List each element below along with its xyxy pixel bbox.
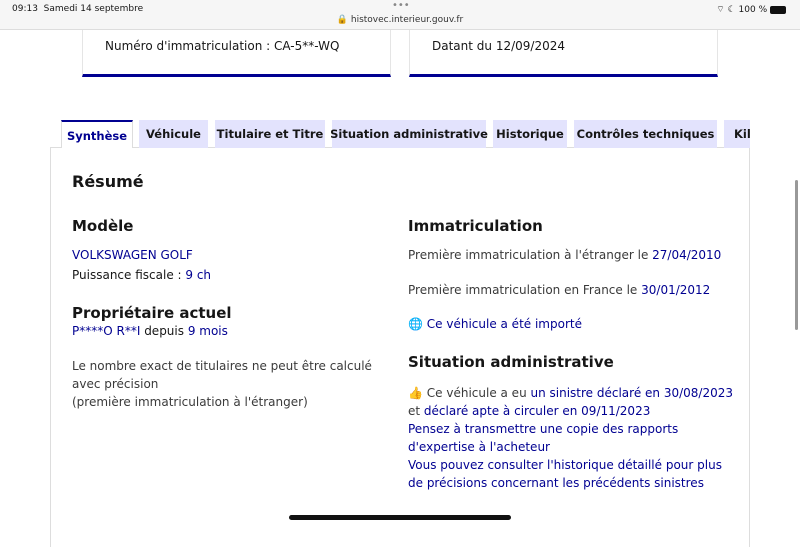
address-bar[interactable]: 🔒 histovec.interieur.gouv.fr (0, 15, 800, 25)
owner-heading: Propriétaire actuel (72, 304, 232, 322)
tab-synthese[interactable]: Synthèse (61, 120, 133, 148)
tab-controles[interactable]: Contrôles techniques (574, 120, 717, 148)
owner-note: Le nombre exact de titulaires ne peut êt… (72, 359, 372, 409)
home-indicator[interactable] (289, 515, 511, 520)
status-time: 09:13 Samedi 14 septembre (12, 4, 144, 14)
tab-bar: Synthèse Véhicule Titulaire et Titre Sit… (61, 120, 750, 148)
thumbs-up-icon: 👍 (408, 386, 423, 400)
tab-titulaire[interactable]: Titulaire et Titre (215, 120, 325, 148)
imported-link[interactable]: 🌐 Ce véhicule a été importé (408, 315, 582, 333)
date-card: Datant du 12/09/2024 (409, 30, 718, 77)
model-name[interactable]: VOLKSWAGEN GOLF (72, 246, 193, 264)
foreign-registration: Première immatriculation à l'étranger le… (408, 248, 722, 262)
model-heading: Modèle (72, 217, 134, 235)
owner-line: P****O R**I depuis 9 mois (72, 324, 228, 338)
tab-kilometrage[interactable]: Kilométrage (724, 120, 750, 148)
tab-historique[interactable]: Historique (493, 120, 567, 148)
admin-heading: Situation administrative (408, 353, 614, 371)
tab-situation[interactable]: Situation administrative (330, 120, 488, 148)
registration-heading: Immatriculation (408, 217, 543, 235)
tab-vehicule[interactable]: Véhicule (139, 120, 208, 148)
summary-title: Résumé (72, 172, 144, 191)
status-icons: ⌔ ☾ 100 % (716, 4, 786, 15)
france-registration: Première immatriculation en France le 30… (408, 283, 711, 297)
more-icon[interactable]: ••• (392, 0, 410, 11)
scrollbar[interactable] (795, 180, 798, 330)
fiscal-power: Puissance fiscale : 9 ch (72, 268, 212, 282)
battery-icon (770, 5, 786, 14)
globe-icon: 🌐 (408, 317, 423, 331)
plate-card: Numéro d'immatriculation : CA-5**-WQ (82, 30, 391, 77)
admin-details: 👍 Ce véhicule a eu un sinistre déclaré e… (408, 386, 733, 490)
status-bar: 09:13 Samedi 14 septembre ••• 🔒 histovec… (0, 0, 800, 30)
